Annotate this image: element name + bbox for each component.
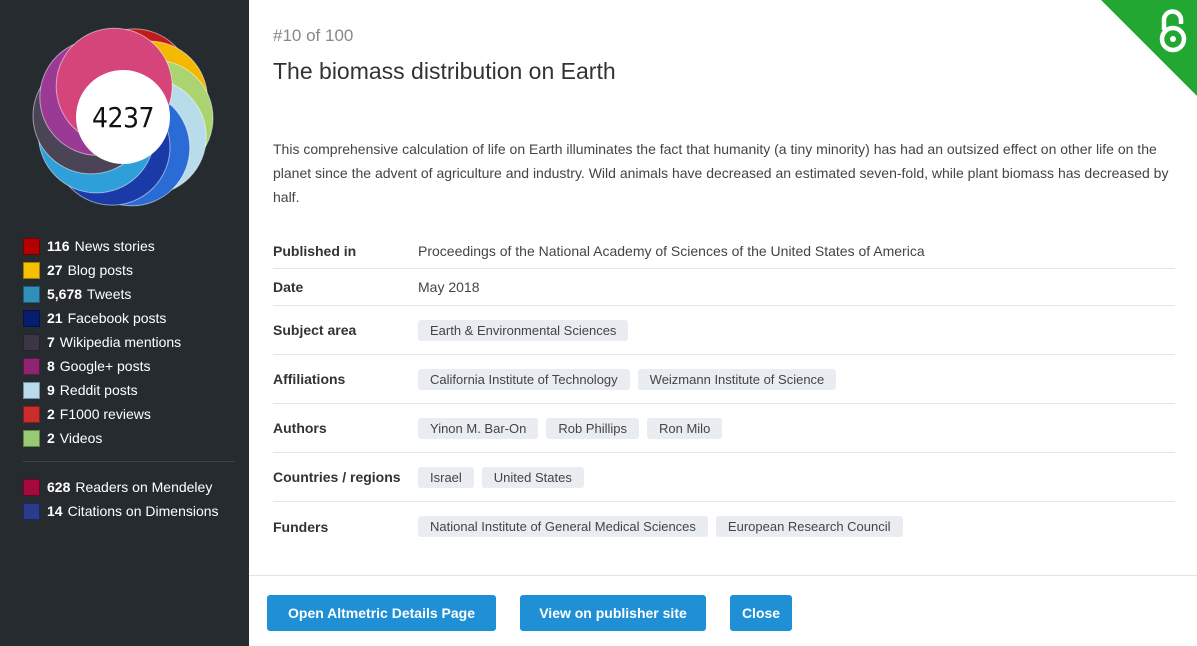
stat-label: Wikipedia mentions: [59, 334, 182, 350]
stat-item: 8 Google+ posts: [23, 354, 235, 378]
close-button[interactable]: Close: [730, 595, 792, 631]
stat-label: Google+ posts: [59, 358, 151, 374]
stat-label: News stories: [74, 238, 155, 254]
country-chips: Israel United States: [418, 466, 584, 488]
stat-count: 21: [47, 310, 63, 326]
legend-swatch: [23, 261, 40, 279]
authors-label: Authors: [273, 420, 327, 436]
published-label: Published in: [273, 242, 357, 259]
chip[interactable]: Rob Phillips: [546, 417, 639, 439]
stats-divider: [23, 461, 235, 462]
metadata-table: Published in Proceedings of the National…: [273, 233, 1175, 551]
legend-swatch: [23, 309, 40, 327]
stat-count: 9: [47, 382, 55, 398]
open-details-button[interactable]: Open Altmetric Details Page: [267, 595, 496, 631]
stat-count: 2: [47, 406, 55, 422]
date-row: Date May 2018: [273, 269, 1175, 306]
legend-swatch: [23, 333, 40, 351]
chip[interactable]: Earth & Environmental Sciences: [418, 319, 629, 341]
stat-count: 7: [47, 334, 55, 350]
rank-label: #10 of 100: [273, 26, 354, 45]
stat-item: 116 News stories: [23, 234, 235, 258]
stat-count: 628: [47, 479, 71, 495]
subject-chips: Earth & Environmental Sciences: [418, 319, 629, 341]
stat-label: Reddit posts: [59, 382, 138, 398]
stat-item: 5,678 Tweets: [23, 282, 235, 306]
sidebar: 4237 116 News stories 27 Blog posts 5,678 Twe…: [0, 0, 249, 646]
stat-label: Readers on Mendeley: [75, 479, 213, 495]
publisher-site-button[interactable]: View on publisher site: [520, 595, 706, 631]
stat-label: F1000 reviews: [59, 406, 151, 422]
stat-count: 8: [47, 358, 55, 374]
stat-label: Citations on Dimensions: [67, 503, 219, 519]
chip[interactable]: United States: [481, 466, 584, 488]
published-row: Published in Proceedings of the National…: [273, 233, 1175, 269]
date-label: Date: [273, 279, 304, 295]
chip[interactable]: European Research Council: [715, 516, 903, 537]
stat-item: 21 Facebook posts: [23, 306, 235, 330]
footer-bar: Open Altmetric Details Page View on publ…: [249, 575, 1197, 646]
date-value: May 2018: [418, 279, 480, 295]
stat-count: 27: [47, 262, 63, 278]
legend-swatch: [23, 429, 40, 447]
funders-row: Funders National Institute of General Me…: [273, 502, 1175, 551]
attention-score: 4237: [76, 70, 170, 164]
open-access-ribbon: [1101, 0, 1197, 96]
main-panel: #10 of 100 The biomass distribution on E…: [249, 0, 1197, 646]
legend-swatch: [23, 285, 40, 303]
legend-swatch: [23, 478, 40, 496]
funders-label: Funders: [273, 518, 329, 535]
stat-label: Facebook posts: [67, 310, 167, 326]
altmetric-donut: 4237: [28, 22, 218, 212]
affiliation-chips: California Institute of Technology Weizma…: [418, 368, 837, 390]
chip[interactable]: Ron Milo: [647, 417, 723, 439]
subject-label: Subject area: [273, 322, 357, 338]
authors-row: Authors Yinon M. Bar-On Rob Phillips Ron M…: [273, 404, 1175, 453]
stat-label: Tweets: [87, 286, 132, 302]
stat-item: 2 Videos: [23, 426, 235, 450]
legend-swatch: [23, 381, 40, 399]
author-chips: Yinon M. Bar-On Rob Phillips Ron Milo: [418, 417, 723, 439]
article-summary: This comprehensive calculation of life o…: [273, 141, 1169, 205]
stat-count: 14: [47, 503, 63, 519]
legend-swatch: [23, 405, 40, 423]
article-title: The biomass distribution on Earth: [273, 58, 616, 84]
stat-item: 7 Wikipedia mentions: [23, 330, 235, 354]
chip[interactable]: Yinon M. Bar-On: [418, 417, 539, 439]
chip[interactable]: Israel: [418, 466, 474, 488]
legend-swatch: [23, 357, 40, 375]
subject-row: Subject area Earth & Environmental Scien…: [273, 306, 1175, 355]
stat-count: 116: [47, 238, 70, 254]
stats-list: 116 News stories 27 Blog posts 5,678 Tweets 21…: [23, 234, 235, 523]
stat-label: Videos: [59, 430, 103, 446]
countries-row: Countries / regions Israel United States: [273, 453, 1175, 502]
reader-item: 14 Citations on Dimensions: [23, 499, 235, 523]
stat-item: 9 Reddit posts: [23, 378, 235, 402]
chip[interactable]: National Institute of General Medical Sc…: [418, 516, 708, 537]
countries-label: Countries / regions: [273, 469, 401, 485]
reader-item: 628 Readers on Mendeley: [23, 475, 235, 499]
published-value: Proceedings of the National Academy of S…: [418, 242, 925, 259]
legend-swatch: [23, 237, 40, 255]
stat-item: 2 F1000 reviews: [23, 402, 235, 426]
chip[interactable]: Weizmann Institute of Science: [637, 368, 837, 390]
affiliations-label: Affiliations: [273, 371, 346, 387]
stat-count: 2: [47, 430, 55, 446]
funder-chips: National Institute of General Medical Sc…: [418, 516, 903, 537]
legend-swatch: [23, 502, 40, 520]
chip[interactable]: California Institute of Technology: [418, 368, 630, 390]
affiliations-row: Affiliations California Institute of Tec…: [273, 355, 1175, 404]
stat-label: Blog posts: [67, 262, 133, 278]
stat-item: 27 Blog posts: [23, 258, 235, 282]
stat-count: 5,678: [47, 286, 83, 302]
